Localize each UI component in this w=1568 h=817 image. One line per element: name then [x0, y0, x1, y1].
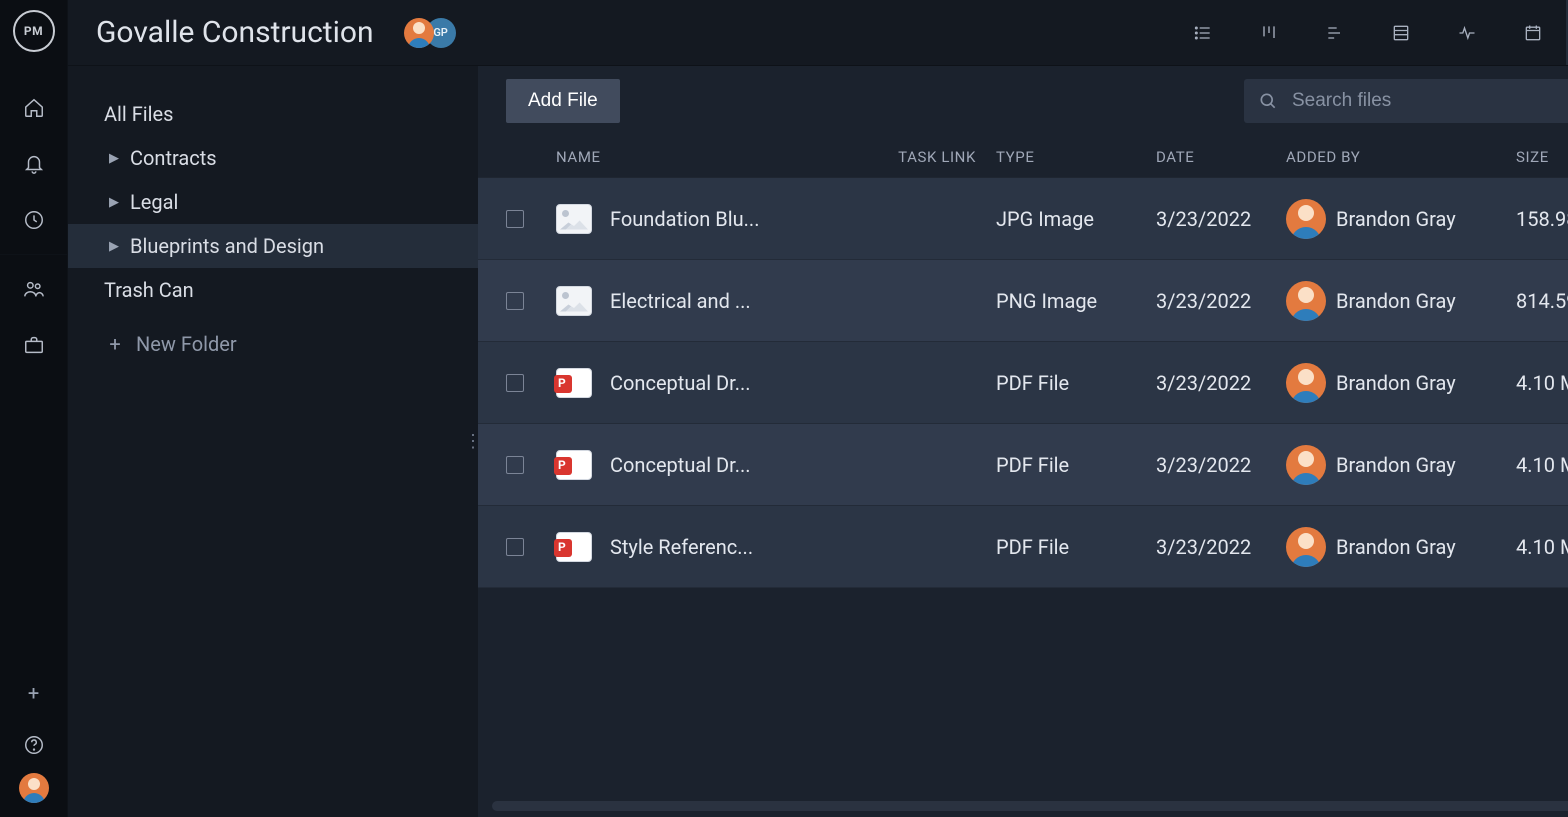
file-date: 3/23/2022 — [1156, 453, 1286, 477]
view-calendar-icon[interactable] — [1500, 0, 1566, 65]
member-avatar — [404, 18, 434, 48]
file-added-by: Brandon Gray — [1336, 453, 1456, 477]
table-row[interactable]: Conceptual Dr... PDF File3/23/2022 Brandon… — [478, 424, 1568, 506]
clock-icon[interactable] — [0, 192, 68, 248]
sidebar-folder-contracts[interactable]: ▶ Contracts — [68, 136, 478, 180]
file-thumbnail — [556, 204, 592, 234]
files-toolbar: Add File — [478, 66, 1568, 136]
sidebar-folder-label: Legal — [130, 190, 178, 214]
sidebar-folder-legal[interactable]: ▶ Legal — [68, 180, 478, 224]
row-checkbox[interactable] — [506, 210, 524, 228]
app-logo[interactable]: PM — [13, 10, 55, 52]
view-activity-icon[interactable] — [1434, 0, 1500, 65]
file-name: Electrical and ... — [610, 289, 751, 313]
help-icon[interactable] — [0, 717, 68, 773]
view-board-icon[interactable] — [1236, 0, 1302, 65]
file-thumbnail — [556, 532, 592, 562]
sidebar-all-files-label: All Files — [104, 102, 173, 126]
folder-sidebar: All Files ▶ Contracts ▶ Legal ▶ Blueprin… — [68, 66, 478, 817]
view-gantt-icon[interactable] — [1302, 0, 1368, 65]
row-checkbox[interactable] — [506, 456, 524, 474]
file-name: Style Referenc... — [610, 535, 753, 559]
col-task-link[interactable]: TASK LINK — [856, 148, 996, 166]
user-avatar — [1286, 527, 1326, 567]
user-avatar — [1286, 363, 1326, 403]
view-list-icon[interactable] — [1170, 0, 1236, 65]
table-row[interactable]: Style Referenc... PDF File3/23/2022 Brando… — [478, 506, 1568, 588]
file-name: Conceptual Dr... — [610, 453, 751, 477]
sidebar-trash[interactable]: Trash Can — [68, 268, 478, 312]
home-icon[interactable] — [0, 80, 68, 136]
search-input[interactable] — [1290, 89, 1568, 113]
people-icon[interactable] — [0, 261, 68, 317]
file-thumbnail — [556, 286, 592, 316]
new-folder-button[interactable]: + New Folder — [68, 322, 478, 366]
add-file-button[interactable]: Add File — [506, 79, 620, 123]
table-row[interactable]: Foundation Blu... JPG Image3/23/2022 Brand… — [478, 178, 1568, 260]
file-added-by: Brandon Gray — [1336, 289, 1456, 313]
file-date: 3/23/2022 — [1156, 535, 1286, 559]
add-icon[interactable]: + — [0, 669, 68, 717]
file-added-by: Brandon Gray — [1336, 535, 1456, 559]
file-date: 3/23/2022 — [1156, 289, 1286, 313]
sidebar-all-files[interactable]: All Files — [68, 92, 478, 136]
view-sheet-icon[interactable] — [1368, 0, 1434, 65]
file-thumbnail — [556, 368, 592, 398]
col-date[interactable]: DATE — [1156, 148, 1286, 166]
table-row[interactable]: Electrical and ... PNG Image3/23/2022 Bran… — [478, 260, 1568, 342]
top-bar: Govalle Construction GP — [68, 0, 1568, 66]
chevron-right-icon: ▶ — [104, 239, 124, 254]
table-header: NAME TASK LINK TYPE DATE ADDED BY SIZE — [478, 136, 1568, 178]
file-date: 3/23/2022 — [1156, 207, 1286, 231]
briefcase-icon[interactable] — [0, 317, 68, 373]
file-size: 158.98 — [1516, 207, 1568, 231]
file-name: Conceptual Dr... — [610, 371, 751, 395]
file-type: PDF File — [996, 371, 1156, 395]
horizontal-scrollbar[interactable] — [492, 801, 1568, 811]
row-checkbox[interactable] — [506, 374, 524, 392]
file-thumbnail — [556, 450, 592, 480]
sidebar-resize-handle[interactable]: ⋮ — [464, 439, 480, 445]
file-size: 4.10 M — [1516, 371, 1568, 395]
file-size: 4.10 M — [1516, 535, 1568, 559]
table-body: Foundation Blu...JPG Image3/23/2022Brand… — [478, 178, 1568, 801]
nav-rail: PM + — [0, 0, 68, 817]
user-avatar[interactable] — [19, 773, 49, 803]
file-type: PNG Image — [996, 289, 1156, 313]
file-type: JPG Image — [996, 207, 1156, 231]
bell-icon[interactable] — [0, 136, 68, 192]
row-checkbox[interactable] — [506, 292, 524, 310]
col-type[interactable]: TYPE — [996, 148, 1156, 166]
file-size: 4.10 M — [1516, 453, 1568, 477]
file-type: PDF File — [996, 535, 1156, 559]
file-date: 3/23/2022 — [1156, 371, 1286, 395]
chevron-right-icon: ▶ — [104, 195, 124, 210]
sidebar-folder-label: Contracts — [130, 146, 217, 170]
chevron-right-icon: ▶ — [104, 151, 124, 166]
col-name[interactable]: NAME — [556, 148, 856, 166]
user-avatar — [1286, 199, 1326, 239]
plus-icon: + — [106, 332, 124, 356]
table-row[interactable]: Conceptual Dr... PDF File3/23/2022 Brandon… — [478, 342, 1568, 424]
col-added-by[interactable]: ADDED BY — [1286, 148, 1516, 166]
file-name: Foundation Blu... — [610, 207, 759, 231]
project-members[interactable]: GP — [404, 18, 456, 48]
user-avatar — [1286, 281, 1326, 321]
file-type: PDF File — [996, 453, 1156, 477]
file-size: 814.59 — [1516, 289, 1568, 313]
search-icon — [1258, 91, 1278, 111]
new-folder-label: New Folder — [136, 332, 237, 356]
view-tabs — [1170, 0, 1568, 65]
project-title: Govalle Construction — [96, 15, 374, 50]
search-box[interactable] — [1244, 79, 1568, 123]
row-checkbox[interactable] — [506, 538, 524, 556]
file-added-by: Brandon Gray — [1336, 371, 1456, 395]
files-panel: Add File NAME TASK LINK TYPE DATE ADDED … — [478, 66, 1568, 817]
file-added-by: Brandon Gray — [1336, 207, 1456, 231]
col-size[interactable]: SIZE — [1516, 148, 1568, 166]
user-avatar — [1286, 445, 1326, 485]
sidebar-folder-label: Blueprints and Design — [130, 234, 324, 258]
sidebar-folder-blueprints[interactable]: ▶ Blueprints and Design — [68, 224, 478, 268]
sidebar-trash-label: Trash Can — [104, 278, 194, 302]
